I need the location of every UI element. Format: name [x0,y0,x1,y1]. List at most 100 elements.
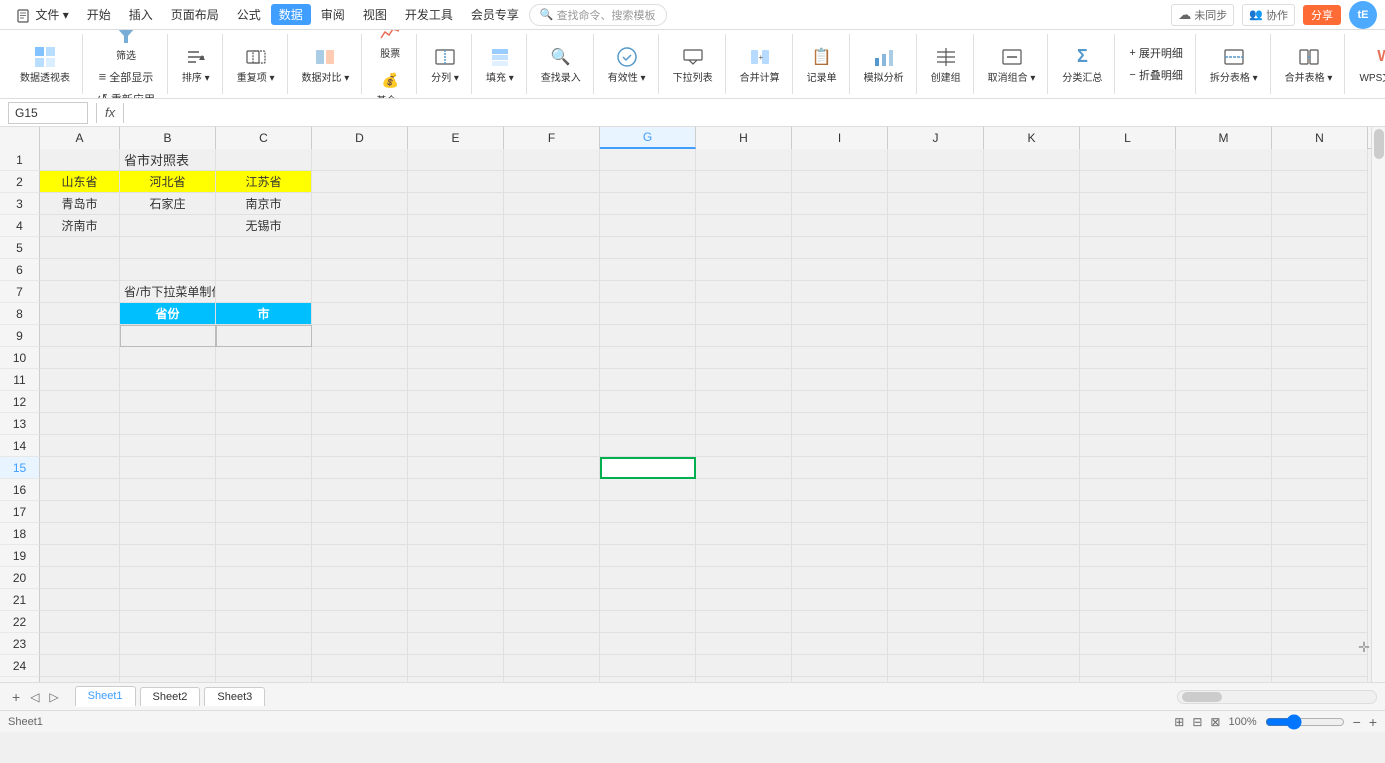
cell-j2[interactable] [888,171,984,193]
cell-e9[interactable] [408,325,504,347]
cell-g7[interactable] [600,281,696,303]
cell-n7[interactable] [1272,281,1368,303]
row-header-9[interactable]: 9 [0,325,40,347]
cell-n6[interactable] [1272,259,1368,281]
cell-f9[interactable] [504,325,600,347]
col-header-j[interactable]: J [888,127,984,149]
col-header-b[interactable]: B [120,127,216,149]
cell-k4[interactable] [984,215,1080,237]
row-header-10[interactable]: 10 [0,347,40,369]
row-header-25[interactable]: 25 [0,677,40,682]
collapse-button[interactable]: − 折叠明细 [1123,65,1188,85]
cell-k9[interactable] [984,325,1080,347]
cell-a2[interactable]: 山东省 [40,171,120,193]
cell-g15[interactable] [600,457,696,479]
cell-j6[interactable] [888,259,984,281]
cell-d2[interactable] [312,171,408,193]
menu-file[interactable]: 文件 ▾ [8,4,77,25]
share-button[interactable]: 分享 [1303,5,1341,25]
page-layout-button[interactable]: ⊟ [1192,715,1202,729]
cell-i9[interactable] [792,325,888,347]
menu-review[interactable]: 审阅 [313,4,353,25]
cell-h9[interactable] [696,325,792,347]
cell-a5[interactable] [40,237,120,259]
row-header-6[interactable]: 6 [0,259,40,281]
scrollbar-thumb[interactable] [1374,129,1384,159]
cell-k7[interactable] [984,281,1080,303]
record-button[interactable]: 📋 记录单 [801,42,843,87]
sort-button[interactable]: 排序 ▾ [176,42,216,87]
cell-b8[interactable]: 省份 [120,303,216,325]
cell-m7[interactable] [1176,281,1272,303]
sheet-tab-2[interactable]: Sheet2 [140,687,201,706]
cell-c9[interactable] [216,325,312,347]
cell-e7[interactable] [408,281,504,303]
row-header-24[interactable]: 24 [0,655,40,677]
corner-cell[interactable] [0,127,40,149]
cell-j8[interactable] [888,303,984,325]
col-header-d[interactable]: D [312,127,408,149]
cell-c8[interactable]: 市 [216,303,312,325]
split-button[interactable]: 分列 ▾ [425,42,465,87]
cell-j5[interactable] [888,237,984,259]
cell-i2[interactable] [792,171,888,193]
menu-insert[interactable]: 插入 [121,4,161,25]
cell-reference-box[interactable]: G15 [8,102,88,124]
simulation-button[interactable]: 模拟分析 [858,42,910,87]
cell-c6[interactable] [216,259,312,281]
cell-n1[interactable] [1272,149,1368,171]
cell-b9[interactable] [120,325,216,347]
menu-view[interactable]: 视图 [355,4,395,25]
cell-g3[interactable] [600,193,696,215]
cell-f2[interactable] [504,171,600,193]
cell-e4[interactable] [408,215,504,237]
sheet-tab-1[interactable]: Sheet1 [75,686,136,707]
cell-b6[interactable] [120,259,216,281]
cell-c5[interactable] [216,237,312,259]
cell-a3[interactable]: 青岛市 [40,193,120,215]
row-header-16[interactable]: 16 [0,479,40,501]
col-header-k[interactable]: K [984,127,1080,149]
cell-n5[interactable] [1272,237,1368,259]
cell-g1[interactable] [600,149,696,171]
col-header-i[interactable]: I [792,127,888,149]
cell-j7[interactable] [888,281,984,303]
sheet-tab-3[interactable]: Sheet3 [204,687,265,706]
row-header-3[interactable]: 3 [0,193,40,215]
cell-a9[interactable] [40,325,120,347]
row-header-8[interactable]: 8 [0,303,40,325]
cell-k8[interactable] [984,303,1080,325]
cell-c1[interactable] [216,149,312,171]
menu-pagelayout[interactable]: 页面布局 [163,4,227,25]
menu-member[interactable]: 会员专享 [463,4,527,25]
row-header-23[interactable]: 23 [0,633,40,655]
compare-button[interactable]: 数据对比 ▾ [296,42,356,87]
row-header-17[interactable]: 17 [0,501,40,523]
subtotal-button[interactable]: Σ 分类汇总 [1056,42,1108,87]
col-header-a[interactable]: A [40,127,120,149]
row-header-5[interactable]: 5 [0,237,40,259]
wps-button[interactable]: W WPS文字 ▾ [1353,42,1385,87]
fill-button[interactable]: 填充 ▾ [480,42,520,87]
cell-m1[interactable] [1176,149,1272,171]
cell-d1[interactable] [312,149,408,171]
cell-g2[interactable] [600,171,696,193]
cell-f8[interactable] [504,303,600,325]
cell-i5[interactable] [792,237,888,259]
cell-d9[interactable] [312,325,408,347]
add-sheet-button[interactable]: + [8,689,24,705]
row-header-11[interactable]: 11 [0,369,40,391]
cell-d8[interactable] [312,303,408,325]
row-header-15[interactable]: 15 [0,457,40,479]
vertical-scrollbar[interactable] [1371,127,1385,682]
cell-f3[interactable] [504,193,600,215]
menu-formula[interactable]: 公式 [229,4,269,25]
cell-m8[interactable] [1176,303,1272,325]
cell-a6[interactable] [40,259,120,281]
cell-g6[interactable] [600,259,696,281]
merge-table-button[interactable]: 合并表格 ▾ [1279,42,1339,87]
row-header-1[interactable]: 1 [0,149,40,171]
validity-button[interactable]: 有效性 ▾ [602,42,652,87]
cell-l8[interactable] [1080,303,1176,325]
menu-dev[interactable]: 开发工具 [397,4,461,25]
